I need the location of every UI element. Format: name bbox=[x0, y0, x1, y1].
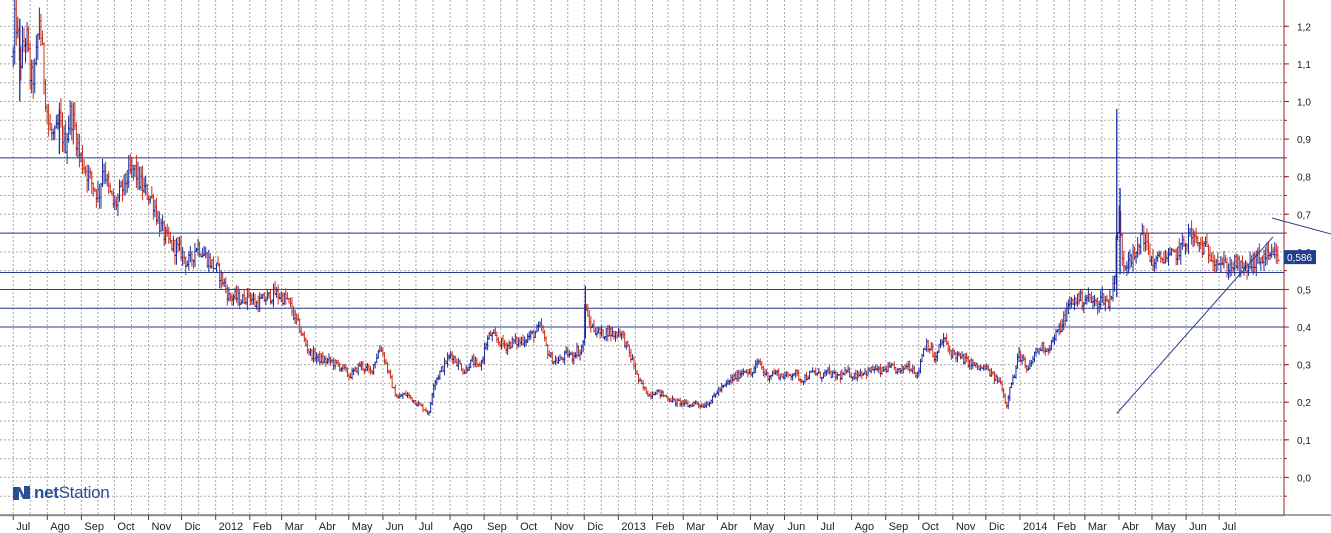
grid-lines bbox=[0, 0, 1284, 515]
x-tick-label: Sep bbox=[84, 521, 104, 533]
trend-line bbox=[1116, 236, 1274, 414]
x-tick-label: 2014 bbox=[1023, 521, 1047, 533]
y-tick-label: 0,9 bbox=[1297, 135, 1311, 146]
x-tick-label: Feb bbox=[253, 521, 272, 533]
logo-text-prefix: net bbox=[34, 483, 59, 502]
x-tick-label: Oct bbox=[117, 521, 134, 533]
x-tick-label: Mar bbox=[1088, 521, 1107, 533]
x-tick-label: 2012 bbox=[219, 521, 243, 533]
x-tick-label: Feb bbox=[1057, 521, 1076, 533]
x-tick-label: Mar bbox=[686, 521, 705, 533]
x-tick-label: Nov bbox=[152, 521, 172, 533]
logo-text: netStation bbox=[34, 483, 110, 503]
x-tick-label: Abr bbox=[1122, 521, 1139, 533]
y-tick-label: 0,2 bbox=[1297, 398, 1311, 409]
netstation-logo: netStation bbox=[12, 482, 110, 504]
x-tick-label: Ago bbox=[453, 521, 473, 533]
netstation-logo-icon bbox=[13, 486, 30, 500]
price-chart: 0,00,10,20,30,40,50,60,70,80,91,01,11,2 … bbox=[0, 0, 1331, 533]
x-tick-label: Feb bbox=[655, 521, 674, 533]
x-tick-label: Oct bbox=[520, 521, 537, 533]
x-tick-label: Dic bbox=[989, 521, 1005, 533]
price-tag-value: 0,586 bbox=[1287, 253, 1312, 264]
x-tick-label: May bbox=[753, 521, 774, 533]
y-tick-label: 0,1 bbox=[1297, 436, 1311, 447]
x-tick-label: Jul bbox=[1222, 521, 1236, 533]
price-tag: 0,586 bbox=[1284, 250, 1316, 265]
x-tick-label: Ago bbox=[50, 521, 70, 533]
x-tick-label: Abr bbox=[720, 521, 737, 533]
x-tick-label: Nov bbox=[554, 521, 574, 533]
y-tick-label: 0,3 bbox=[1297, 361, 1311, 372]
x-tick-label: Oct bbox=[922, 521, 939, 533]
x-tick-label: Sep bbox=[889, 521, 909, 533]
trend-line bbox=[1271, 217, 1331, 235]
y-tick-label: 1,0 bbox=[1297, 97, 1311, 108]
x-tick-label: Dic bbox=[185, 521, 201, 533]
x-tick-label: Jul bbox=[16, 521, 30, 533]
x-tick-label: Ago bbox=[855, 521, 875, 533]
ohlc-bars bbox=[11, 0, 1280, 416]
x-tick-labels: Jul Ago Sep Oct Nov Dic 2012 Feb Mar Abr May Jun Jul… bbox=[16, 521, 1236, 533]
x-tick-label: Sep bbox=[487, 521, 507, 533]
y-tick-label: 1,2 bbox=[1297, 22, 1311, 33]
y-tick-label: 0,8 bbox=[1297, 173, 1311, 184]
x-tick-label: 2013 bbox=[621, 521, 645, 533]
x-tick-label: Jul bbox=[820, 521, 834, 533]
y-tick-label: 0,5 bbox=[1297, 285, 1311, 296]
x-tick-label: Jun bbox=[787, 521, 805, 533]
y-tick-label: 1,1 bbox=[1297, 60, 1311, 71]
x-tick-label: May bbox=[352, 521, 373, 533]
x-tick-label: Jun bbox=[386, 521, 404, 533]
ohlc-bar bbox=[390, 374, 395, 389]
x-tick-label: Jul bbox=[419, 521, 433, 533]
x-tick-label: Nov bbox=[956, 521, 976, 533]
x-tick-label: Abr bbox=[319, 521, 336, 533]
x-tick-label: May bbox=[1155, 521, 1176, 533]
x-tick-label: Mar bbox=[285, 521, 304, 533]
y-tick-label: 0,7 bbox=[1297, 210, 1311, 221]
logo-text-suffix: Station bbox=[58, 483, 110, 502]
y-tick-label: 0,0 bbox=[1297, 473, 1311, 484]
x-tick-label: Dic bbox=[587, 521, 603, 533]
x-tick-label: Jun bbox=[1189, 521, 1207, 533]
y-tick-label: 0,4 bbox=[1297, 323, 1311, 334]
